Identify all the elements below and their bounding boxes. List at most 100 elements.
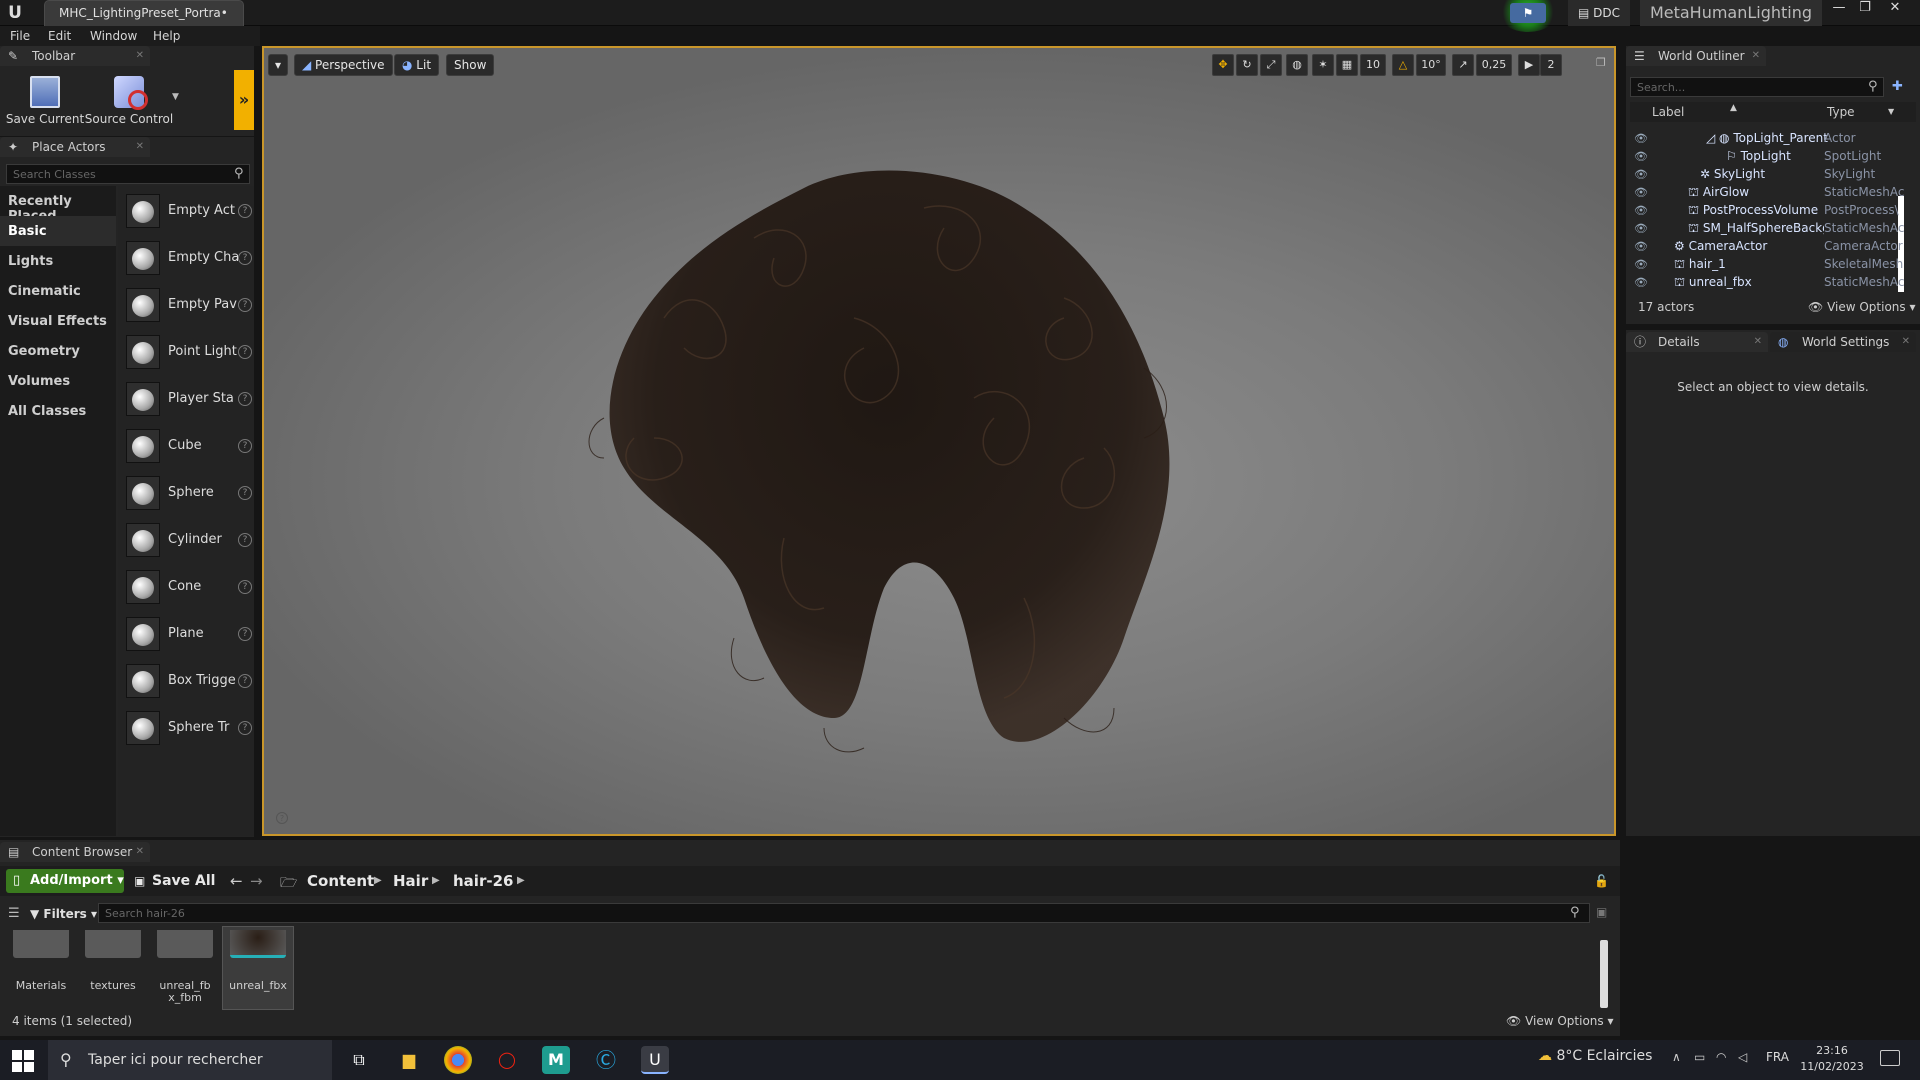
static-mesh-asset[interactable]: unreal_fbx bbox=[223, 930, 293, 992]
visibility-eye-icon[interactable]: 👁 bbox=[1634, 132, 1648, 145]
tab-place-actors[interactable]: ✦ Place Actors ✕ bbox=[0, 137, 150, 157]
category-visual-effects[interactable]: Visual Effects bbox=[0, 306, 116, 336]
actor-item[interactable]: Cylinder? bbox=[124, 521, 254, 561]
world-icon[interactable]: ◍ bbox=[1286, 54, 1308, 76]
rotate-icon[interactable]: ↻ bbox=[1236, 54, 1258, 76]
help-icon[interactable]: ? bbox=[238, 533, 252, 547]
wifi-icon[interactable]: ◠ bbox=[1716, 1050, 1726, 1064]
help-icon[interactable]: ? bbox=[238, 298, 252, 312]
tray-chevron-icon[interactable]: ∧ bbox=[1672, 1050, 1681, 1064]
outliner-row[interactable]: 👁 ⛫ AirGlow StaticMeshAc bbox=[1630, 184, 1908, 202]
clock[interactable]: 23:16 11/02/2023 bbox=[1800, 1043, 1864, 1075]
breadcrumb-separator-icon[interactable]: ▶ bbox=[432, 869, 440, 893]
weather-widget[interactable]: ☁ 8°C Eclaircies bbox=[1538, 1048, 1652, 1064]
chevron-down-icon[interactable]: ▼ bbox=[172, 92, 179, 102]
ddc-button[interactable]: ▤ DDC bbox=[1568, 0, 1631, 26]
save-all-button[interactable]: ▣ Save All bbox=[134, 869, 215, 893]
help-icon[interactable]: ? bbox=[238, 674, 252, 688]
outliner-row[interactable]: 👁 ✲ SkyLight SkyLight bbox=[1630, 166, 1908, 184]
close-icon[interactable]: ✕ bbox=[1752, 46, 1760, 66]
scale-snap-value[interactable]: 0,25 bbox=[1476, 54, 1512, 76]
type-column-header[interactable]: Type bbox=[1827, 105, 1855, 119]
show-button[interactable]: Show bbox=[446, 54, 495, 76]
visibility-eye-icon[interactable]: 👁 bbox=[1634, 168, 1648, 181]
sources-panel-icon[interactable]: ☰ bbox=[8, 906, 20, 921]
help-icon[interactable]: ? bbox=[238, 204, 252, 218]
close-icon[interactable]: ✕ bbox=[136, 46, 144, 66]
tab-world-settings[interactable]: ◍ World Settings ✕ bbox=[1770, 332, 1916, 352]
language-indicator[interactable]: FRA bbox=[1766, 1050, 1789, 1064]
viewport-options-button[interactable]: ▾ bbox=[268, 54, 288, 76]
maximize-viewport-icon[interactable]: ❐ bbox=[1596, 56, 1606, 69]
actor-item[interactable]: Empty Act? bbox=[124, 192, 254, 232]
translate-icon[interactable]: ✥ bbox=[1212, 54, 1234, 76]
camera-speed-icon[interactable]: ▶ bbox=[1518, 54, 1540, 76]
folder-asset[interactable]: unreal_fbx_fbm bbox=[150, 930, 220, 1004]
outliner-row[interactable]: 👁 ⛫ SM_HalfSphereBackg StaticMeshAc bbox=[1630, 220, 1908, 238]
category-all-classes[interactable]: All Classes bbox=[0, 396, 116, 426]
menu-window[interactable]: Window bbox=[90, 29, 137, 43]
outliner-row[interactable]: 👁 ⛫ hair_1 SkeletalMesh bbox=[1630, 256, 1908, 274]
tab-world-outliner[interactable]: ☰ World Outliner ✕ bbox=[1626, 46, 1766, 66]
actor-item[interactable]: Sphere? bbox=[124, 474, 254, 514]
actor-item[interactable]: Empty Cha? bbox=[124, 239, 254, 279]
metahuman-icon[interactable]: ⚑ bbox=[1510, 3, 1546, 23]
minimize-button[interactable]: — bbox=[1826, 0, 1852, 18]
lit-button[interactable]: ◕ Lit bbox=[394, 54, 440, 76]
category-basic[interactable]: Basic bbox=[0, 216, 116, 246]
help-icon[interactable]: ? bbox=[238, 345, 252, 359]
tab-toolbar[interactable]: ✎ Toolbar ✕ bbox=[0, 46, 150, 66]
taskbar-search-input[interactable]: ⚲ Taper ici pour rechercher bbox=[48, 1040, 332, 1080]
lock-icon[interactable]: 🔓 bbox=[1594, 874, 1609, 888]
folder-asset[interactable]: Materials bbox=[6, 930, 76, 992]
category-cinematic[interactable]: Cinematic bbox=[0, 276, 116, 306]
visibility-eye-icon[interactable]: 👁 bbox=[1634, 186, 1648, 199]
outliner-row[interactable]: 👁 ⛫ unreal_fbx StaticMeshAc bbox=[1630, 274, 1908, 292]
chevron-down-icon[interactable]: ▼ bbox=[1888, 107, 1894, 116]
source-control-button[interactable]: Source Control bbox=[84, 76, 174, 126]
breadcrumb-separator-icon[interactable]: ▶ bbox=[374, 869, 382, 893]
add-import-button[interactable]: ▯ Add/Import ▾ bbox=[6, 869, 124, 893]
filters-button[interactable]: ▼ Filters ▾ bbox=[30, 903, 97, 925]
help-icon[interactable]: ? bbox=[238, 439, 252, 453]
category-recently-placed[interactable]: Recently Placed bbox=[0, 186, 116, 224]
help-icon[interactable]: ? bbox=[238, 627, 252, 641]
grid-icon[interactable]: ▦ bbox=[1336, 54, 1358, 76]
close-icon[interactable]: ✕ bbox=[1902, 332, 1910, 352]
tab-content-browser[interactable]: ▤ Content Browser ✕ bbox=[0, 842, 150, 862]
category-geometry[interactable]: Geometry bbox=[0, 336, 116, 366]
outliner-row[interactable]: 👁 ◿ ◍ TopLight_Parent Actor bbox=[1630, 130, 1908, 148]
forward-arrow-icon[interactable]: → bbox=[250, 872, 263, 890]
visibility-eye-icon[interactable]: 👁 bbox=[1634, 240, 1648, 253]
menu-edit[interactable]: Edit bbox=[48, 29, 71, 43]
view-options-button[interactable]: 👁 View Options ▾ bbox=[1808, 300, 1916, 314]
menu-file[interactable]: File bbox=[10, 29, 30, 43]
breadcrumb-hair[interactable]: Hair bbox=[393, 869, 428, 893]
folder-asset[interactable]: textures bbox=[78, 930, 148, 992]
save-search-icon[interactable]: ▣ bbox=[1596, 905, 1607, 919]
maya-icon[interactable]: M bbox=[542, 1046, 570, 1074]
close-icon[interactable]: ✕ bbox=[136, 137, 144, 157]
actor-item[interactable]: Empty Pav? bbox=[124, 286, 254, 326]
actor-item[interactable]: Cube? bbox=[124, 427, 254, 467]
c4d-icon[interactable]: Ⓒ bbox=[592, 1046, 620, 1074]
outliner-row[interactable]: 👁 ⚙ CameraActor CameraActor bbox=[1630, 238, 1908, 256]
visibility-eye-icon[interactable]: 👁 bbox=[1634, 222, 1648, 235]
breadcrumb-content[interactable]: Content bbox=[307, 869, 374, 893]
help-icon[interactable]: ? bbox=[238, 580, 252, 594]
document-tab[interactable]: MHC_LightingPreset_Portra• bbox=[44, 0, 244, 26]
actor-item[interactable]: Point Light? bbox=[124, 333, 254, 373]
unreal-taskbar-icon[interactable]: U bbox=[641, 1046, 669, 1074]
help-icon[interactable]: ? bbox=[238, 486, 252, 500]
rotation-snap-icon[interactable]: △ bbox=[1392, 54, 1414, 76]
viewport-info-icon[interactable]: ? bbox=[276, 812, 288, 824]
visibility-eye-icon[interactable]: 👁 bbox=[1634, 204, 1648, 217]
visibility-eye-icon[interactable]: 👁 bbox=[1634, 150, 1648, 163]
content-scrollbar[interactable] bbox=[1600, 940, 1608, 1008]
grid-snap-value[interactable]: 10 bbox=[1360, 54, 1386, 76]
breadcrumb-separator-icon[interactable]: ▶ bbox=[517, 869, 525, 893]
actor-item[interactable]: Box Trigge? bbox=[124, 662, 254, 702]
search-classes-input[interactable]: Search Classes bbox=[6, 164, 250, 184]
camera-speed-value[interactable]: 2 bbox=[1540, 54, 1562, 76]
scale-icon[interactable]: ⤢ bbox=[1260, 54, 1282, 76]
